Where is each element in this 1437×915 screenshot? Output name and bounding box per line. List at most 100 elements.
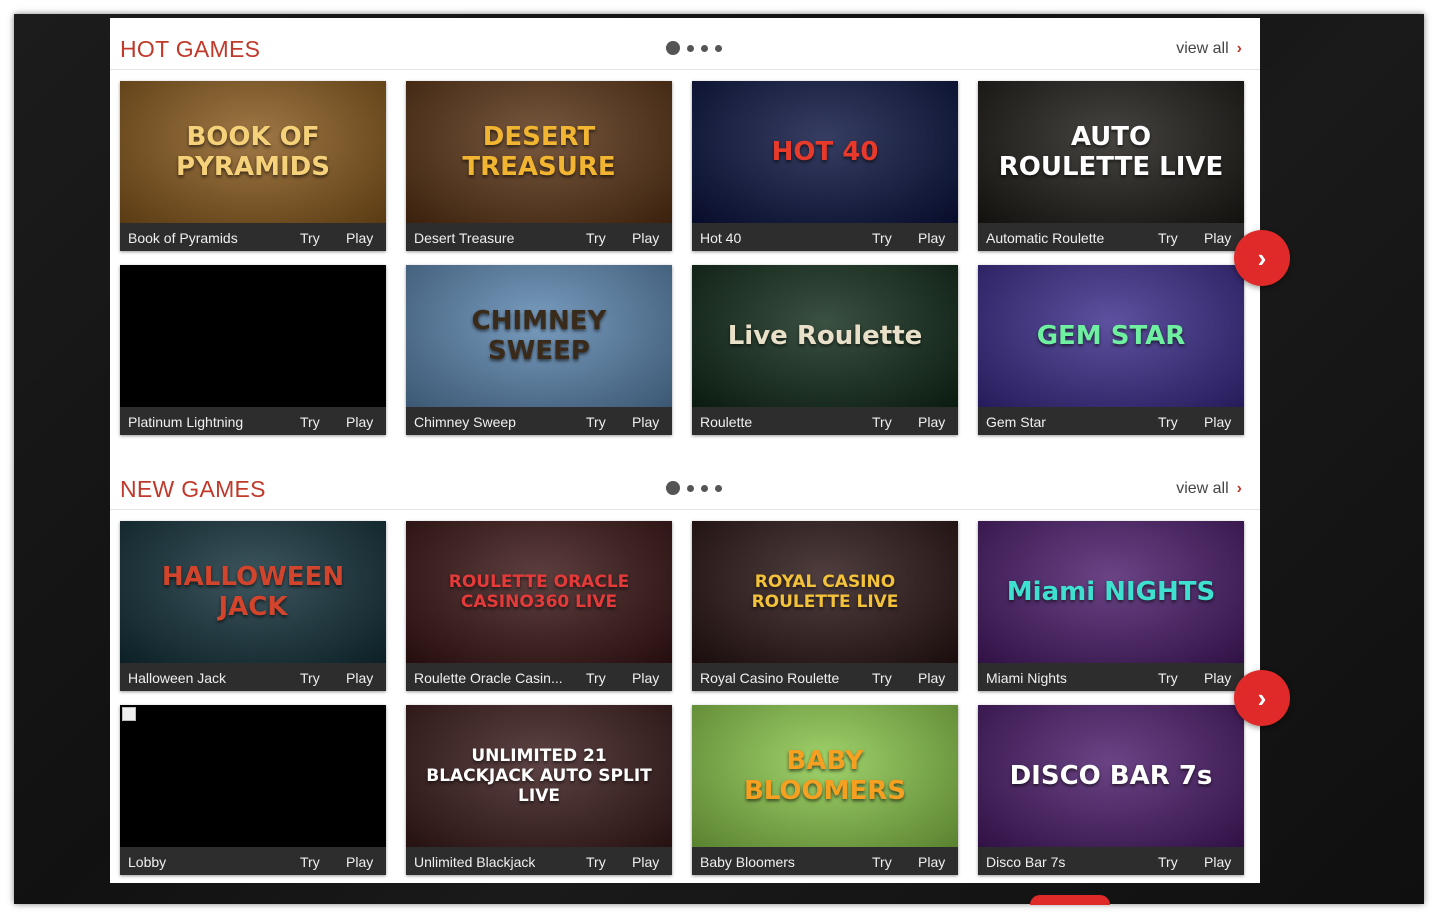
try-button[interactable]: Try	[300, 230, 320, 246]
game-card[interactable]: DESERT TREASURE Desert Treasure Try Play	[406, 81, 672, 251]
game-card-bar: Royal Casino Roulette Try Play	[692, 663, 958, 691]
try-button[interactable]: Try	[300, 670, 320, 686]
hot-games-next-button[interactable]: ›	[1234, 230, 1290, 286]
carousel-dot[interactable]	[687, 44, 694, 52]
play-button[interactable]: Play	[346, 854, 373, 870]
play-button[interactable]: Play	[918, 854, 945, 870]
game-thumbnail[interactable]	[120, 705, 386, 847]
game-card[interactable]: Platinum Lightning Try Play	[120, 265, 386, 435]
game-name: Platinum Lightning	[128, 414, 244, 430]
hot-games-view-all-link[interactable]: view all ›	[1176, 40, 1242, 58]
new-games-next-button[interactable]: ›	[1234, 670, 1290, 726]
view-all-label: view all	[1176, 480, 1229, 497]
game-card[interactable]: ROYAL CASINO ROULETTE LIVE Royal Casino R…	[692, 521, 958, 691]
try-button[interactable]: Try	[300, 414, 320, 430]
try-button[interactable]: Try	[1158, 414, 1178, 430]
game-card[interactable]: Live Roulette Roulette Try Play	[692, 265, 958, 435]
game-thumbnail[interactable]: BABY BLOOMERS	[692, 705, 958, 847]
game-thumbnail[interactable]: DESERT TREASURE	[406, 81, 672, 223]
game-thumbnail[interactable]: GEM STAR	[978, 265, 1244, 407]
game-name: Desert Treasure	[414, 230, 515, 246]
chevron-right-icon: ›	[1257, 242, 1267, 273]
carousel-dot[interactable]	[687, 484, 694, 492]
game-thumbnail[interactable]: HALLOWEEN JACK	[120, 521, 386, 663]
game-thumbnail[interactable]: UNLIMITED 21 BLACKJACK AUTO SPLIT LIVE	[406, 705, 672, 847]
try-button[interactable]: Try	[300, 854, 320, 870]
try-button[interactable]: Try	[586, 670, 606, 686]
play-button[interactable]: Play	[1204, 854, 1231, 870]
game-logo-art: Live Roulette	[692, 265, 958, 407]
game-thumbnail[interactable]: Live Roulette	[692, 265, 958, 407]
game-logo-art: HOT 40	[692, 81, 958, 223]
try-button[interactable]: Try	[1158, 854, 1178, 870]
play-button[interactable]: Play	[632, 230, 659, 246]
game-card-bar: Book of Pyramids Try Play	[120, 223, 386, 251]
bottom-tab[interactable]	[1030, 895, 1110, 905]
try-button[interactable]: Try	[872, 230, 892, 246]
game-logo-art	[120, 705, 386, 847]
game-logo-art: BOOK OF PYRAMIDS	[120, 81, 386, 223]
play-button[interactable]: Play	[918, 670, 945, 686]
game-logo-art	[120, 265, 386, 407]
new-games-carousel-dots	[666, 481, 722, 495]
play-button[interactable]: Play	[632, 414, 659, 430]
game-card[interactable]: Miami NIGHTS Miami Nights Try Play	[978, 521, 1244, 691]
game-name: Royal Casino Roulette	[700, 670, 840, 686]
carousel-dot[interactable]	[701, 44, 708, 52]
game-thumbnail[interactable]: ROYAL CASINO ROULETTE LIVE	[692, 521, 958, 663]
try-button[interactable]: Try	[586, 854, 606, 870]
carousel-dot[interactable]	[666, 41, 680, 55]
game-card[interactable]: DISCO BAR 7s Disco Bar 7s Try Play	[978, 705, 1244, 875]
game-card[interactable]: ROULETTE ORACLE CASINO360 LIVE Roulette O…	[406, 521, 672, 691]
game-thumbnail[interactable]: BOOK OF PYRAMIDS	[120, 81, 386, 223]
play-button[interactable]: Play	[632, 670, 659, 686]
try-button[interactable]: Try	[872, 670, 892, 686]
game-card-bar: Roulette Oracle Casin... Try Play	[406, 663, 672, 691]
game-card[interactable]: UNLIMITED 21 BLACKJACK AUTO SPLIT LIVE Un…	[406, 705, 672, 875]
try-button[interactable]: Try	[872, 854, 892, 870]
game-name: Halloween Jack	[128, 670, 227, 686]
game-name: Chimney Sweep	[414, 414, 516, 430]
try-button[interactable]: Try	[586, 414, 606, 430]
game-card[interactable]: BOOK OF PYRAMIDS Book of Pyramids Try Play	[120, 81, 386, 251]
play-button[interactable]: Play	[346, 670, 373, 686]
game-name: Book of Pyramids	[128, 230, 238, 246]
game-card[interactable]: AUTO ROULETTE LIVE Automatic Roulette Try P…	[978, 81, 1244, 251]
play-button[interactable]: Play	[1204, 414, 1231, 430]
new-games-header: NEW GAMES view all ›	[110, 458, 1260, 510]
game-thumbnail[interactable]: AUTO ROULETTE LIVE	[978, 81, 1244, 223]
game-thumbnail[interactable]: ROULETTE ORACLE CASINO360 LIVE	[406, 521, 672, 663]
play-button[interactable]: Play	[346, 230, 373, 246]
play-button[interactable]: Play	[1204, 230, 1231, 246]
carousel-dot[interactable]	[715, 44, 722, 52]
game-card-bar: Lobby Try Play	[120, 847, 386, 875]
game-thumbnail[interactable]: CHIMNEY SWEEP	[406, 265, 672, 407]
chevron-right-icon: ›	[1236, 40, 1242, 57]
game-logo-art: Miami NIGHTS	[978, 521, 1244, 663]
game-thumbnail[interactable]: DISCO BAR 7s	[978, 705, 1244, 847]
game-card[interactable]: HALLOWEEN JACK Halloween Jack Try Play	[120, 521, 386, 691]
play-button[interactable]: Play	[1204, 670, 1231, 686]
game-thumbnail[interactable]: HOT 40	[692, 81, 958, 223]
try-button[interactable]: Try	[1158, 670, 1178, 686]
new-games-section: NEW GAMES view all › HALLOWEEN JACK Hallo…	[110, 458, 1260, 875]
game-thumbnail[interactable]	[120, 265, 386, 407]
game-card[interactable]: Lobby Try Play	[120, 705, 386, 875]
play-button[interactable]: Play	[918, 414, 945, 430]
try-button[interactable]: Try	[1158, 230, 1178, 246]
game-card[interactable]: GEM STAR Gem Star Try Play	[978, 265, 1244, 435]
try-button[interactable]: Try	[586, 230, 606, 246]
game-card[interactable]: BABY BLOOMERS Baby Bloomers Try Play	[692, 705, 958, 875]
try-button[interactable]: Try	[872, 414, 892, 430]
game-thumbnail[interactable]: Miami NIGHTS	[978, 521, 1244, 663]
carousel-dot[interactable]	[701, 484, 708, 492]
play-button[interactable]: Play	[918, 230, 945, 246]
carousel-dot[interactable]	[666, 481, 680, 495]
game-card-bar: Hot 40 Try Play	[692, 223, 958, 251]
game-card[interactable]: HOT 40 Hot 40 Try Play	[692, 81, 958, 251]
new-games-view-all-link[interactable]: view all ›	[1176, 480, 1242, 498]
game-card[interactable]: CHIMNEY SWEEP Chimney Sweep Try Play	[406, 265, 672, 435]
play-button[interactable]: Play	[346, 414, 373, 430]
play-button[interactable]: Play	[632, 854, 659, 870]
carousel-dot[interactable]	[715, 484, 722, 492]
